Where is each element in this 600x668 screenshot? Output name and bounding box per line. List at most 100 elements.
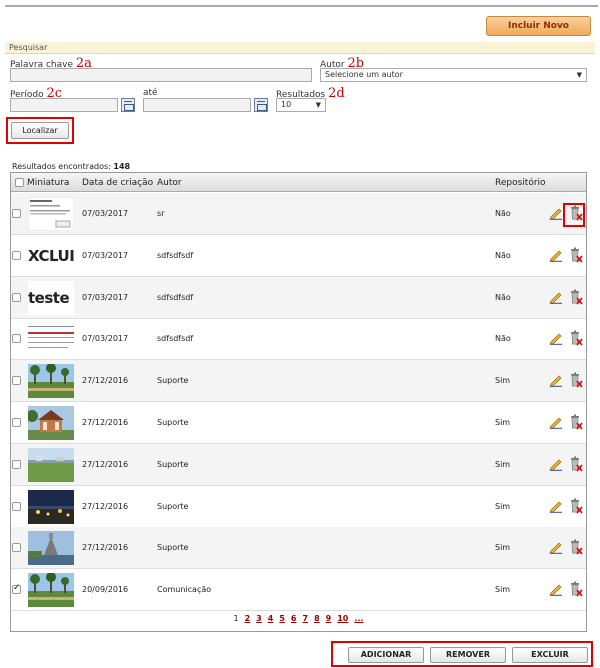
page-link[interactable]: 2: [245, 614, 251, 623]
row-thumbnail[interactable]: [28, 322, 74, 357]
row-checkbox[interactable]: [12, 250, 21, 260]
row-thumbnail[interactable]: [28, 447, 74, 482]
row-date: 07/03/2017: [82, 292, 129, 302]
delete-icon[interactable]: [569, 414, 583, 430]
row-thumbnail[interactable]: XCLUI: [28, 238, 74, 273]
period-start-input[interactable]: [10, 98, 118, 112]
edit-icon[interactable]: [549, 415, 563, 429]
remove-button[interactable]: REMOVER: [430, 647, 506, 663]
annotation-2d: 2d: [328, 86, 345, 101]
page-item: 7: [302, 614, 308, 623]
row-repository: Não: [495, 334, 511, 344]
page-current: 1: [233, 614, 239, 623]
row-checkbox[interactable]: [12, 459, 21, 469]
author-select[interactable]: Selecione um autor ▼: [320, 68, 587, 82]
row-checkbox[interactable]: [12, 209, 21, 218]
row-checkbox[interactable]: [12, 376, 21, 386]
row-date: 27/12/2016: [82, 418, 129, 427]
page-link[interactable]: ...: [354, 614, 363, 623]
chevron-down-icon: ▼: [576, 71, 582, 79]
edit-icon[interactable]: [549, 582, 563, 596]
page-link[interactable]: 10: [337, 614, 348, 623]
edit-icon[interactable]: [549, 248, 563, 262]
table-row[interactable]: 27/12/2016 Suporte Sim: [11, 486, 586, 528]
row-thumbnail[interactable]: [28, 573, 74, 608]
table-row[interactable]: XCLUI 07/03/2017 sdfsdfsdf Não: [11, 235, 586, 277]
page-link[interactable]: 4: [268, 614, 274, 623]
row-thumbnail[interactable]: [28, 406, 74, 440]
calendar-icon[interactable]: [254, 98, 268, 112]
thumbnail-text: teste: [28, 288, 70, 307]
table-row[interactable]: 27/12/2016 Suporte Sim: [11, 527, 586, 570]
edit-icon[interactable]: [549, 373, 563, 387]
delete-icon[interactable]: [569, 372, 583, 388]
delete-icon[interactable]: [569, 581, 583, 597]
column-thumbnail[interactable]: Miniatura: [27, 178, 69, 188]
edit-icon[interactable]: [549, 290, 563, 304]
delete-icon[interactable]: [569, 289, 583, 305]
row-author: sr: [157, 209, 165, 218]
row-date: 27/12/2016: [82, 543, 129, 553]
row-checkbox[interactable]: [12, 418, 21, 427]
page-link[interactable]: 8: [314, 614, 320, 623]
row-thumbnail[interactable]: [28, 364, 74, 399]
column-repository[interactable]: Repositório: [495, 178, 546, 188]
keyword-input[interactable]: [10, 68, 312, 82]
edit-icon[interactable]: [549, 457, 563, 471]
edit-icon[interactable]: [549, 540, 563, 555]
page-item: ...: [354, 614, 363, 623]
row-repository: Sim: [495, 585, 511, 595]
table-row[interactable]: teste 07/03/2017 sdfsdfsdf Não: [11, 276, 586, 319]
row-checkbox[interactable]: [12, 543, 21, 553]
row-checkbox[interactable]: [12, 583, 21, 595]
row-repository: Não: [495, 292, 511, 302]
results-per-page-select[interactable]: 10 ▼: [276, 98, 326, 112]
table-row[interactable]: 27/12/2016 Suporte Sim: [11, 360, 586, 403]
page-item: 10: [337, 614, 348, 623]
table-row[interactable]: 07/03/2017 sdfsdfsdf Não: [11, 318, 586, 361]
page-item: 2: [245, 614, 251, 623]
edit-icon[interactable]: [549, 499, 563, 513]
chevron-down-icon: ▼: [315, 101, 321, 109]
delete-icon[interactable]: [569, 456, 583, 472]
column-created-date[interactable]: Data de criação: [82, 178, 153, 188]
page-link[interactable]: 5: [279, 614, 285, 623]
row-author: Suporte: [157, 376, 189, 386]
row-repository: Não: [495, 209, 511, 218]
row-checkbox[interactable]: [12, 334, 21, 344]
row-checkbox[interactable]: [12, 501, 21, 511]
row-thumbnail[interactable]: teste: [28, 280, 74, 315]
delete-icon[interactable]: [569, 498, 583, 514]
column-author[interactable]: Autor: [157, 178, 182, 188]
row-thumbnail[interactable]: [28, 197, 74, 231]
table-row[interactable]: 20/09/2016 Comunicação Sim: [11, 569, 586, 612]
include-new-button[interactable]: Incluir Novo: [486, 16, 591, 36]
row-checkbox[interactable]: [12, 292, 21, 302]
row-date: 07/03/2017: [82, 250, 129, 260]
select-all-checkbox[interactable]: [15, 178, 24, 187]
page-link[interactable]: 7: [302, 614, 308, 623]
period-end-input[interactable]: [143, 98, 251, 112]
row-date: 27/12/2016: [82, 459, 129, 469]
row-author: sdfsdfsdf: [157, 334, 194, 344]
table-row[interactable]: 07/03/2017 sr Não: [11, 193, 586, 235]
delete-button[interactable]: EXCLUIR: [512, 647, 588, 663]
delete-icon[interactable]: [569, 330, 583, 346]
page-link[interactable]: 6: [291, 614, 297, 623]
table-row[interactable]: 27/12/2016 Suporte Sim: [11, 443, 586, 486]
row-thumbnail[interactable]: [28, 489, 74, 524]
delete-icon[interactable]: [569, 247, 583, 263]
table-row[interactable]: 27/12/2016 Suporte Sim: [11, 402, 586, 444]
page-item: 9: [326, 614, 332, 623]
edit-icon[interactable]: [549, 206, 563, 220]
row-author: Suporte: [157, 501, 189, 511]
add-button[interactable]: ADICIONAR: [348, 647, 424, 663]
delete-icon[interactable]: [569, 539, 583, 555]
row-thumbnail[interactable]: [28, 531, 74, 566]
page-link[interactable]: 3: [256, 614, 262, 623]
search-button[interactable]: Localizar: [11, 122, 69, 139]
page-link[interactable]: 9: [326, 614, 332, 623]
calendar-icon[interactable]: [121, 98, 135, 112]
edit-icon[interactable]: [549, 331, 563, 346]
row-date: 27/12/2016: [82, 501, 129, 511]
